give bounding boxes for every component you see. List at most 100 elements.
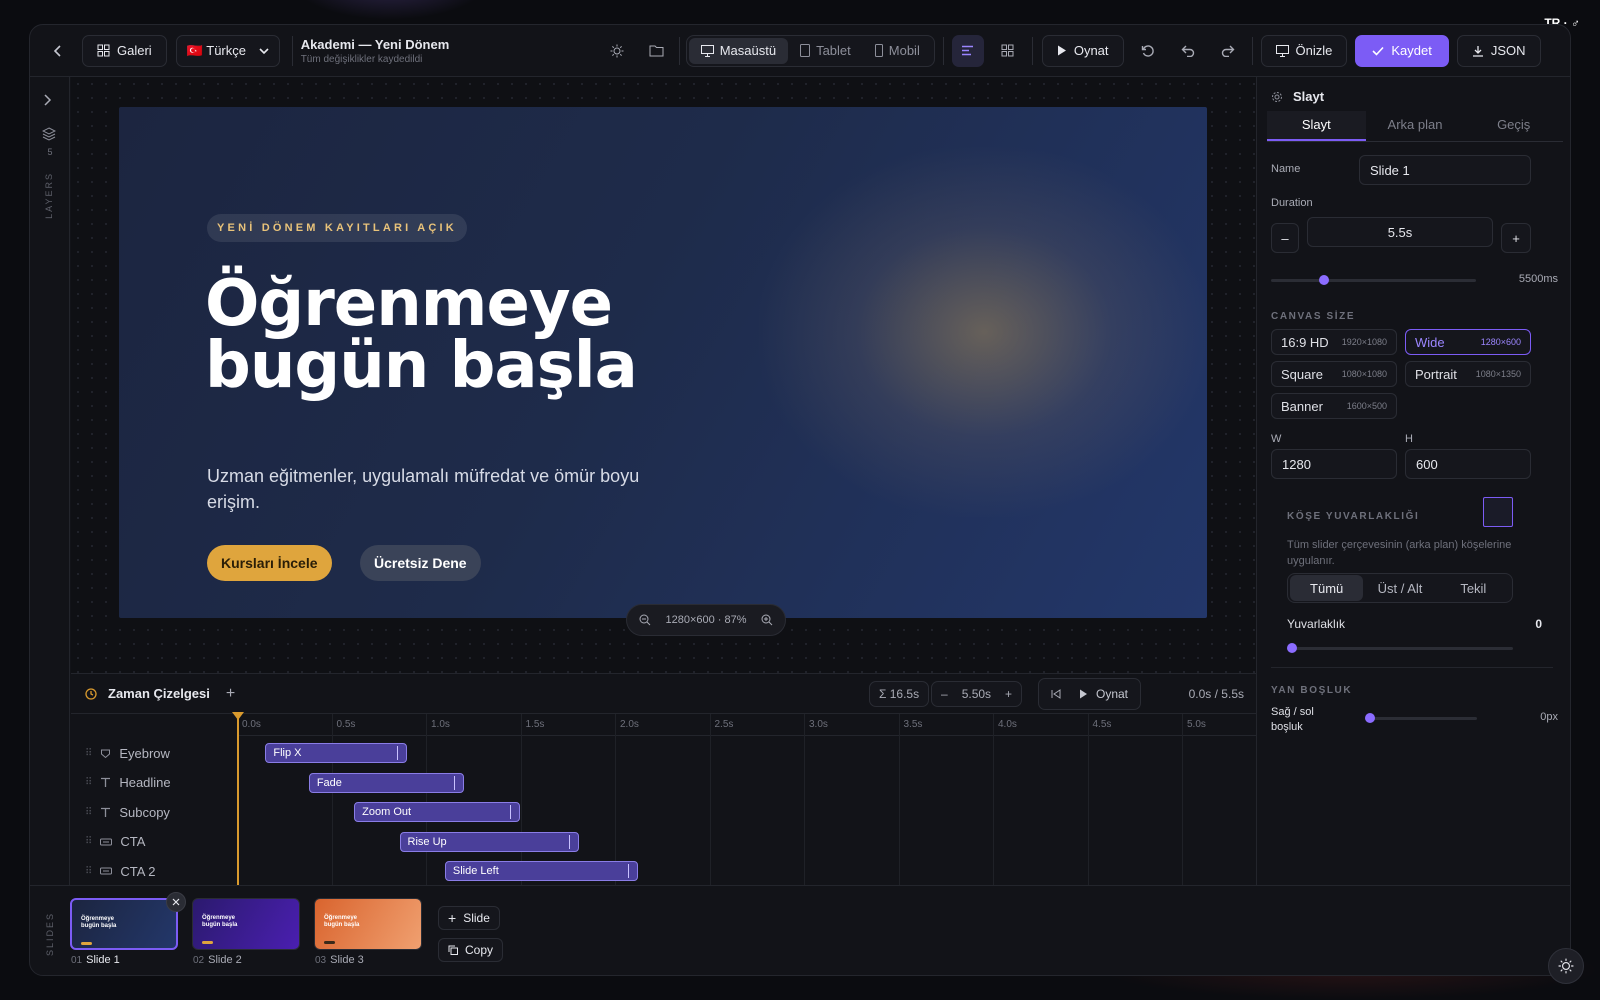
layout-grid-icon[interactable] xyxy=(992,35,1024,67)
size-name: 16:9 HD xyxy=(1281,334,1329,350)
animation-clip[interactable]: Flip X xyxy=(265,743,408,763)
width-field[interactable]: 1280 xyxy=(1271,449,1397,479)
back-icon[interactable] xyxy=(42,35,74,67)
slide-number: 02 xyxy=(193,955,205,966)
slide-cta-secondary[interactable]: Ücretsiz Dene xyxy=(360,545,481,581)
duration-field[interactable]: 5.5s xyxy=(1307,217,1493,247)
corner-mode-all[interactable]: Tümü xyxy=(1290,575,1364,601)
drag-handle-icon[interactable]: ⠿ xyxy=(85,866,92,877)
slide-name: Slide 3 xyxy=(330,954,364,966)
zoom-in-icon[interactable] xyxy=(761,614,773,626)
delete-slide-icon[interactable] xyxy=(166,892,186,912)
tab-desktop[interactable]: Masaüstü xyxy=(688,37,789,64)
reset-icon[interactable] xyxy=(1132,35,1164,67)
add-track-icon[interactable]: + xyxy=(226,685,235,703)
duration-stepper[interactable]: – 5.50s + xyxy=(931,680,1023,707)
redo-icon[interactable] xyxy=(1212,35,1244,67)
chevron-down-icon xyxy=(259,47,269,54)
slide-eyebrow[interactable]: YENİ DÖNEM KAYITLARI AÇIK xyxy=(207,214,467,242)
drag-handle-icon[interactable]: ⠿ xyxy=(85,777,92,788)
slide-background-glow xyxy=(759,147,1207,517)
layers-icon[interactable] xyxy=(41,127,57,146)
side-spacing-slider[interactable] xyxy=(1365,713,1477,723)
tab-transition[interactable]: Geçiş xyxy=(1464,111,1563,141)
animation-clip[interactable]: Fade xyxy=(308,772,464,793)
preview-button[interactable]: Önizle xyxy=(1260,34,1348,67)
corner-radius-preview[interactable] xyxy=(1483,497,1513,527)
duration-plus-button[interactable]: + xyxy=(1501,223,1531,253)
size-dims: 1920×1080 xyxy=(1341,337,1387,347)
track-label[interactable]: ⠿ CTA xyxy=(85,831,145,853)
animation-clip[interactable]: Slide Left xyxy=(444,861,638,881)
size-16-9-hd[interactable]: 16:9 HD 1920×1080 xyxy=(1271,329,1397,355)
play-icon xyxy=(1080,689,1087,698)
gallery-button[interactable]: Galeri xyxy=(82,34,167,67)
tab-tablet[interactable]: Tablet xyxy=(788,38,863,64)
size-banner[interactable]: Banner 1600×500 xyxy=(1271,393,1397,419)
track-label[interactable]: ⠿ CTA 2 xyxy=(85,860,156,882)
slide-headline[interactable]: Öğrenmeye bugün başla xyxy=(205,272,725,398)
track-label[interactable]: ⠿ Subcopy xyxy=(85,801,170,823)
folder-icon[interactable] xyxy=(641,35,673,67)
size-square[interactable]: Square 1080×1080 xyxy=(1271,361,1397,387)
gear-icon xyxy=(1272,91,1282,102)
size-portrait[interactable]: Portrait 1080×1350 xyxy=(1405,361,1531,387)
expand-chevron-icon[interactable] xyxy=(43,93,53,111)
size-dims: 1280×600 xyxy=(1480,337,1521,347)
side-spacing-slider-handle[interactable] xyxy=(1365,713,1375,723)
duration-slider-handle[interactable] xyxy=(1319,275,1329,285)
duration-slider[interactable] xyxy=(1271,275,1476,285)
top-bar: Galeri 🇹🇷 Türkçe Akademi — Yeni Dönem Tü… xyxy=(30,25,1570,77)
track-label[interactable]: ⠿ Headline xyxy=(85,772,171,794)
language-select[interactable]: 🇹🇷 Türkçe xyxy=(175,34,280,67)
animation-clip[interactable]: Rise Up xyxy=(399,831,580,852)
slide-thumbnail-2[interactable]: Öğrenmeye bugün başla xyxy=(192,898,300,950)
corner-mode-top-bottom[interactable]: Üst / Alt xyxy=(1363,575,1436,601)
theme-toggle-sun-icon[interactable] xyxy=(1548,948,1584,984)
corner-mode-individual[interactable]: Tekil xyxy=(1437,575,1510,601)
drag-handle-icon[interactable]: ⠿ xyxy=(85,748,92,759)
height-field[interactable]: 600 xyxy=(1405,449,1531,479)
animation-clip[interactable]: Zoom Out xyxy=(354,802,521,822)
copy-slide-button[interactable]: Copy xyxy=(438,938,504,962)
name-field[interactable]: Slide 1 xyxy=(1359,155,1531,185)
roundness-slider[interactable] xyxy=(1287,643,1513,653)
timeline-play-label: Oynat xyxy=(1096,686,1129,701)
size-dims: 1600×500 xyxy=(1346,401,1387,411)
zoom-out-icon[interactable] xyxy=(639,614,651,626)
playhead[interactable] xyxy=(237,714,239,886)
duration-value: 5.50s xyxy=(961,686,992,701)
sun-icon[interactable] xyxy=(601,35,633,67)
tab-background[interactable]: Arka plan xyxy=(1366,111,1465,141)
json-export-button[interactable]: JSON xyxy=(1456,34,1541,67)
playhead-handle[interactable] xyxy=(232,712,244,720)
add-slide-button[interactable]: + Slide xyxy=(438,906,500,930)
slide-thumbnail-3[interactable]: Öğrenmeye bugün başla xyxy=(314,898,422,950)
minus-icon[interactable]: – xyxy=(941,687,948,701)
drag-handle-icon[interactable]: ⠿ xyxy=(85,836,92,847)
roundness-slider-handle[interactable] xyxy=(1287,643,1297,653)
side-spacing-label: Sağ / sol boşluk xyxy=(1271,706,1314,733)
drag-handle-icon[interactable]: ⠿ xyxy=(85,807,92,818)
align-left-icon[interactable] xyxy=(951,34,984,67)
tab-slide[interactable]: Slayt xyxy=(1267,111,1366,141)
tab-mobile[interactable]: Mobil xyxy=(863,38,932,64)
panel-tabs: Slayt Arka plan Geçiş xyxy=(1267,111,1563,142)
duration-minus-button[interactable]: – xyxy=(1271,223,1299,253)
skip-start-icon[interactable] xyxy=(1051,688,1061,699)
size-dims: 1080×1350 xyxy=(1475,369,1521,379)
undo-icon[interactable] xyxy=(1172,35,1204,67)
timeline-total: Σ 16.5s xyxy=(869,680,930,707)
save-button[interactable]: Kaydet xyxy=(1355,34,1449,67)
timeline-play-button[interactable]: Oynat xyxy=(1079,687,1128,701)
corner-radius-description: Tüm slider çerçevesinin (arka plan) köşe… xyxy=(1287,539,1512,567)
timeline-body: 0.0s 0.5s 1.0s 1.5s 2.0s 2.5s 3.0s 3.5s 4.0s 4.5s… xyxy=(71,712,1256,886)
size-wide[interactable]: Wide 1280×600 xyxy=(1405,329,1531,355)
play-button[interactable]: Oynat xyxy=(1041,34,1124,67)
slide-canvas[interactable]: YENİ DÖNEM KAYITLARI AÇIK Öğrenmeye bugü… xyxy=(119,107,1207,618)
slide-thumbnail-1[interactable]: Öğrenmeye bugün başla xyxy=(70,898,178,950)
plus-icon[interactable]: + xyxy=(1005,687,1012,701)
slide-cta-primary[interactable]: Kursları İncele xyxy=(207,545,332,581)
track-label[interactable]: ⠿ Eyebrow xyxy=(85,742,170,764)
slide-subcopy[interactable]: Uzman eğitmenler, uygulamalı müfredat ve… xyxy=(207,463,657,515)
